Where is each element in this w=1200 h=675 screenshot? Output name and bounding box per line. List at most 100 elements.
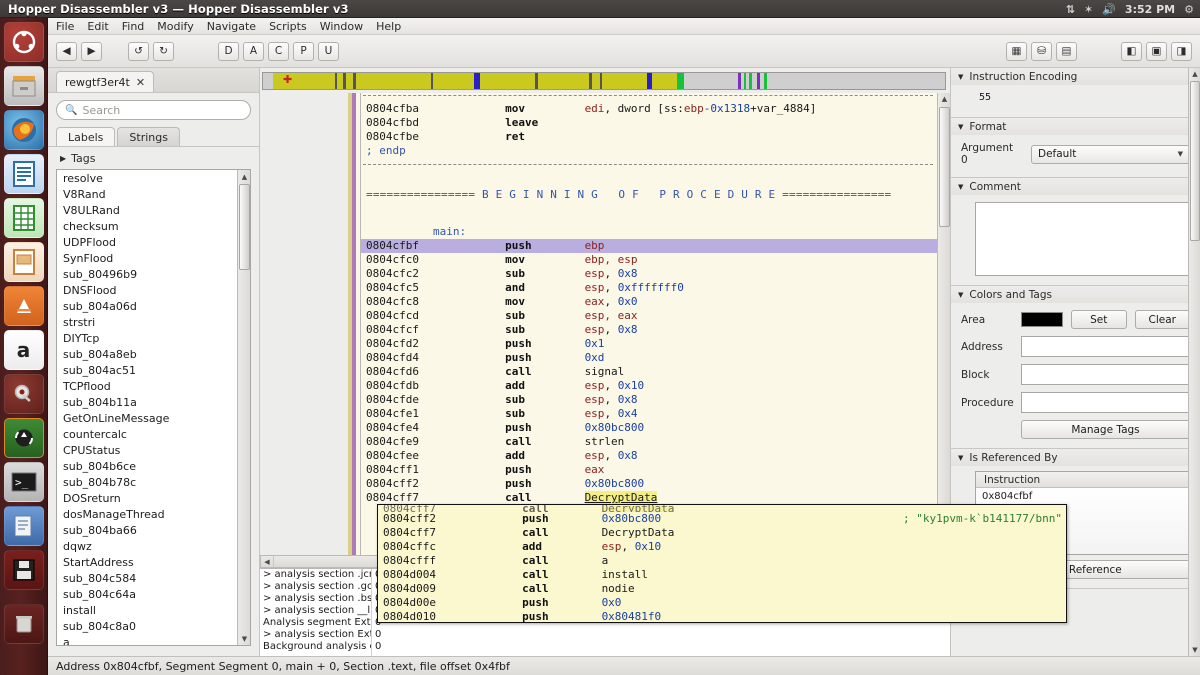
document-tab[interactable]: rewgtf3er4t ✕ — [56, 71, 155, 92]
hex-view-icon[interactable]: ▤ — [1056, 41, 1077, 61]
launcher-item-ubuntu-dash[interactable] — [3, 22, 44, 62]
scroll-up-icon[interactable]: ▲ — [938, 93, 951, 105]
disassembly-row[interactable]: 0804cfd2 push 0x1 — [361, 337, 937, 351]
label-list-item[interactable]: sub_804ba66 — [57, 523, 237, 539]
scroll-thumb[interactable] — [939, 107, 950, 227]
section-header-is-referenced-by[interactable]: ▼ Is Referenced By — [951, 449, 1200, 466]
nav-back-button[interactable]: ◀ — [56, 41, 77, 61]
launcher-item-trash[interactable] — [3, 604, 44, 644]
scroll-thumb[interactable] — [239, 184, 250, 270]
toggle-right-panel-icon[interactable]: ◨ — [1171, 41, 1192, 61]
launcher-item-software-updater[interactable] — [3, 418, 44, 458]
launcher-item-ubuntu-software[interactable] — [3, 286, 44, 326]
launcher-item-libreoffice-calc[interactable] — [3, 198, 44, 238]
launcher-item-firefox[interactable] — [3, 110, 44, 150]
clear-button[interactable]: Clear — [1134, 310, 1190, 329]
menu-modify[interactable]: Modify — [157, 20, 193, 33]
popup-row[interactable]: 0804cfff call a — [378, 554, 1066, 568]
label-list-item[interactable]: sub_804ac51 — [57, 363, 237, 379]
popup-row[interactable]: 0804d00e push 0x0 — [378, 596, 1066, 610]
scroll-down-icon[interactable]: ▼ — [1189, 644, 1200, 656]
disassembly-row[interactable]: 0804cfbe ret — [361, 130, 937, 144]
section-header-comment[interactable]: ▼ Comment — [951, 178, 1200, 195]
menu-edit[interactable]: Edit — [87, 20, 108, 33]
network-updown-icon[interactable]: ⇅ — [1066, 3, 1075, 16]
menu-help[interactable]: Help — [376, 20, 401, 33]
label-list-item[interactable]: sub_804b6ce — [57, 459, 237, 475]
launcher-item-terminal[interactable]: >_ — [3, 462, 44, 502]
menu-find[interactable]: Find — [122, 20, 145, 33]
section-header-colors-and-tags[interactable]: ▼ Colors and Tags — [951, 286, 1200, 303]
close-icon[interactable]: ✕ — [136, 76, 145, 89]
mode-button-c[interactable]: C — [268, 41, 289, 61]
popup-row[interactable]: 0804d010 push 0x80481f0 — [378, 610, 1066, 622]
search-input[interactable]: 🔍 Search — [56, 100, 251, 120]
label-list-item[interactable]: sub_804c64a — [57, 587, 237, 603]
disassembly-row[interactable]: 0804cfbd leave — [361, 116, 937, 130]
scroll-up-icon[interactable]: ▲ — [238, 170, 251, 183]
analysis-log-messages[interactable]: > analysis section .jcr > analysis sectio… — [260, 569, 372, 656]
argument0-select[interactable]: Default ▼ — [1031, 144, 1190, 164]
control-flow-graph-icon[interactable]: ⛁ — [1031, 41, 1052, 61]
label-list-item[interactable]: install — [57, 603, 237, 619]
section-header-instruction-encoding[interactable]: ▼ Instruction Encoding — [951, 68, 1200, 85]
mode-button-a[interactable]: A — [243, 41, 264, 61]
label-list-item[interactable]: dosManageThread — [57, 507, 237, 523]
launcher-item-disk-save[interactable] — [3, 550, 44, 590]
disassembly-row[interactable]: 0804cfcf sub esp, 0x8 — [361, 323, 937, 337]
disassembly-row[interactable]: 0804cfe1 sub esp, 0x4 — [361, 407, 937, 421]
tab-labels[interactable]: Labels — [56, 127, 116, 146]
disassembly-row[interactable]: 0804cfee add esp, 0x8 — [361, 449, 937, 463]
area-color-swatch[interactable] — [1021, 312, 1063, 327]
disassembly-row[interactable]: 0804cff2 push 0x80bc800 — [361, 477, 937, 491]
launcher-item-amazon[interactable]: a — [3, 330, 44, 370]
label-list-item[interactable]: a — [57, 635, 237, 645]
disassembly-row[interactable]: 0804cfe4 push 0x80bc800 — [361, 421, 937, 435]
popup-row[interactable]: 0804cffc add esp, 0x10 — [378, 540, 1066, 554]
label-list-item[interactable]: DIYTcp — [57, 331, 237, 347]
label-list-item[interactable]: resolve — [57, 171, 237, 187]
menu-scripts[interactable]: Scripts — [269, 20, 307, 33]
disassembly-row[interactable]: 0804cfe9 call strlen — [361, 435, 937, 449]
block-field[interactable] — [1021, 364, 1190, 385]
disassembly-row[interactable]: 0804cfdb add esp, 0x10 — [361, 379, 937, 393]
disassembly-row[interactable]: 0804cfc0 mov ebp, esp — [361, 253, 937, 267]
redo-button[interactable]: ↻ — [153, 41, 174, 61]
mode-button-u[interactable]: U — [318, 41, 339, 61]
label-list-item[interactable]: StartAddress — [57, 555, 237, 571]
label-list-item[interactable]: dqwz — [57, 539, 237, 555]
scroll-down-icon[interactable]: ▼ — [238, 632, 251, 645]
disassembly-row[interactable]: 0804cfc8 mov eax, 0x0 — [361, 295, 937, 309]
scroll-left-icon[interactable]: ◀ — [261, 556, 274, 567]
disassembly-row[interactable]: 0804cff1 push eax — [361, 463, 937, 477]
popup-row[interactable]: 0804cff2 push 0x80bc800; "ky1pvm-k`b1411… — [378, 512, 1066, 526]
popup-row[interactable]: 0804d004 call install — [378, 568, 1066, 582]
scroll-thumb[interactable] — [1190, 81, 1200, 241]
label-list-item[interactable]: V8ULRand — [57, 203, 237, 219]
label-list-scrollbar[interactable]: ▲ ▼ — [237, 170, 250, 645]
disassembly-row[interactable]: 0804cff7 call DecryptData — [361, 491, 937, 505]
launcher-item-system-settings[interactable] — [3, 374, 44, 414]
volume-icon[interactable]: 🔊 — [1102, 3, 1116, 16]
label-list-item[interactable]: CPUStatus — [57, 443, 237, 459]
label-list-item[interactable]: SynFlood — [57, 251, 237, 267]
cpu-mode-icon[interactable]: ▦ — [1006, 41, 1027, 61]
label-list-item[interactable]: countercalc — [57, 427, 237, 443]
undo-button[interactable]: ↺ — [128, 41, 149, 61]
mode-button-p[interactable]: P — [293, 41, 314, 61]
menu-window[interactable]: Window — [320, 20, 363, 33]
menu-file[interactable]: File — [56, 20, 74, 33]
label-list-item[interactable]: GetOnLineMessage — [57, 411, 237, 427]
manage-tags-button[interactable]: Manage Tags — [1021, 420, 1190, 439]
label-list-item[interactable]: sub_804a8eb — [57, 347, 237, 363]
label-list-item[interactable]: sub_80496b9 — [57, 267, 237, 283]
disassembly-row[interactable]: 0804cfcd sub esp, eax — [361, 309, 937, 323]
popup-row[interactable]: 0804cff7 call DecryptData — [378, 526, 1066, 540]
disassembly-row[interactable]: 0804cfc2 sub esp, 0x8 — [361, 267, 937, 281]
disassembly-row[interactable]: 0804cfbf push ebp — [361, 239, 937, 253]
inspector-scrollbar[interactable]: ▲ ▼ — [1188, 68, 1200, 656]
label-list-item[interactable]: sub_804c8a0 — [57, 619, 237, 635]
gear-icon[interactable]: ⚙ — [1184, 3, 1194, 16]
label-list-item[interactable]: sub_804c584 — [57, 571, 237, 587]
launcher-item-libreoffice-impress[interactable] — [3, 242, 44, 282]
